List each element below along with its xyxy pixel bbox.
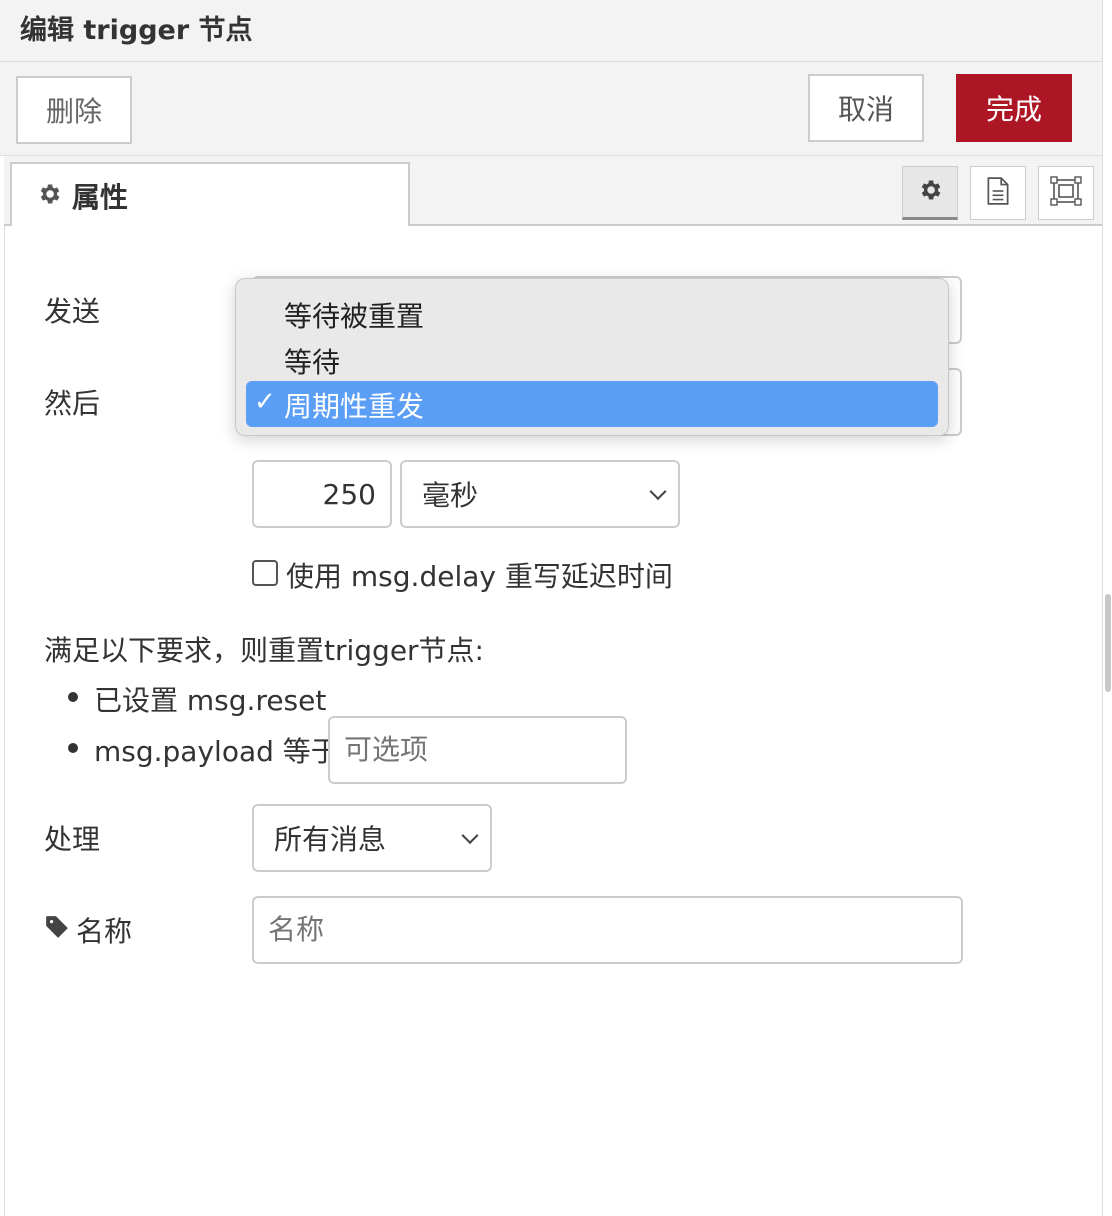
chevron-down-icon [649, 483, 667, 501]
name-input[interactable] [252, 896, 963, 964]
done-button[interactable]: 完成 [956, 74, 1072, 142]
cancel-button[interactable]: 取消 [808, 74, 924, 142]
settings-tab-button[interactable] [902, 166, 958, 220]
gear-icon [36, 181, 62, 211]
unit-select-value: 毫秒 [422, 479, 479, 512]
frame-icon [1050, 176, 1082, 210]
reset-condition-1: 已设置 msg.reset [94, 684, 327, 717]
tab-bar: 属性 [4, 156, 1102, 228]
dialog-header: 编辑 trigger 节点 [0, 0, 1102, 62]
then-label: 然后 [44, 387, 101, 420]
reset-condition-2: msg.payload 等于 [94, 735, 339, 768]
appearance-tab-button[interactable] [1038, 166, 1094, 220]
tab-properties-label: 属性 [72, 181, 129, 214]
description-tab-button[interactable] [970, 166, 1026, 220]
checkmark-icon: ✓ [254, 387, 276, 417]
scrollbar-thumb[interactable] [1105, 594, 1111, 692]
unit-select[interactable]: 毫秒 [400, 460, 680, 528]
tag-icon [44, 914, 70, 944]
delete-button[interactable]: 删除 [16, 76, 132, 144]
dialog-title: 编辑 trigger 节点 [20, 15, 253, 46]
send-label: 发送 [44, 295, 101, 328]
dialog-toolbar: 删除 取消 完成 [0, 62, 1102, 156]
override-delay-checkbox[interactable] [252, 560, 278, 586]
document-icon [985, 176, 1011, 210]
dropdown-option-resend[interactable]: ✓ 周期性重发 [246, 381, 938, 427]
dropdown-option-wait[interactable]: 等待 [284, 341, 340, 381]
handling-label: 处理 [44, 823, 101, 856]
interval-input[interactable]: 250 [252, 460, 392, 528]
tab-properties[interactable]: 属性 [10, 162, 410, 228]
name-label: 名称 [76, 915, 133, 948]
override-delay-label: 使用 msg.delay 重写延迟时间 [286, 560, 673, 593]
dropdown-option-resend-label: 周期性重发 [284, 390, 425, 423]
handling-select-value: 所有消息 [274, 823, 387, 856]
gear-icon [917, 177, 943, 207]
chevron-down-icon [461, 827, 479, 845]
bullet [68, 692, 78, 702]
handling-select[interactable]: 所有消息 [252, 804, 492, 872]
dropdown-option-wait-reset[interactable]: 等待被重置 [284, 295, 424, 335]
reset-heading: 满足以下要求，则重置trigger节点: [44, 634, 484, 667]
then-dropdown-menu: 等待被重置 等待 ✓ 周期性重发 [235, 278, 949, 436]
bullet [68, 743, 78, 753]
reset-payload-input[interactable] [328, 716, 627, 784]
